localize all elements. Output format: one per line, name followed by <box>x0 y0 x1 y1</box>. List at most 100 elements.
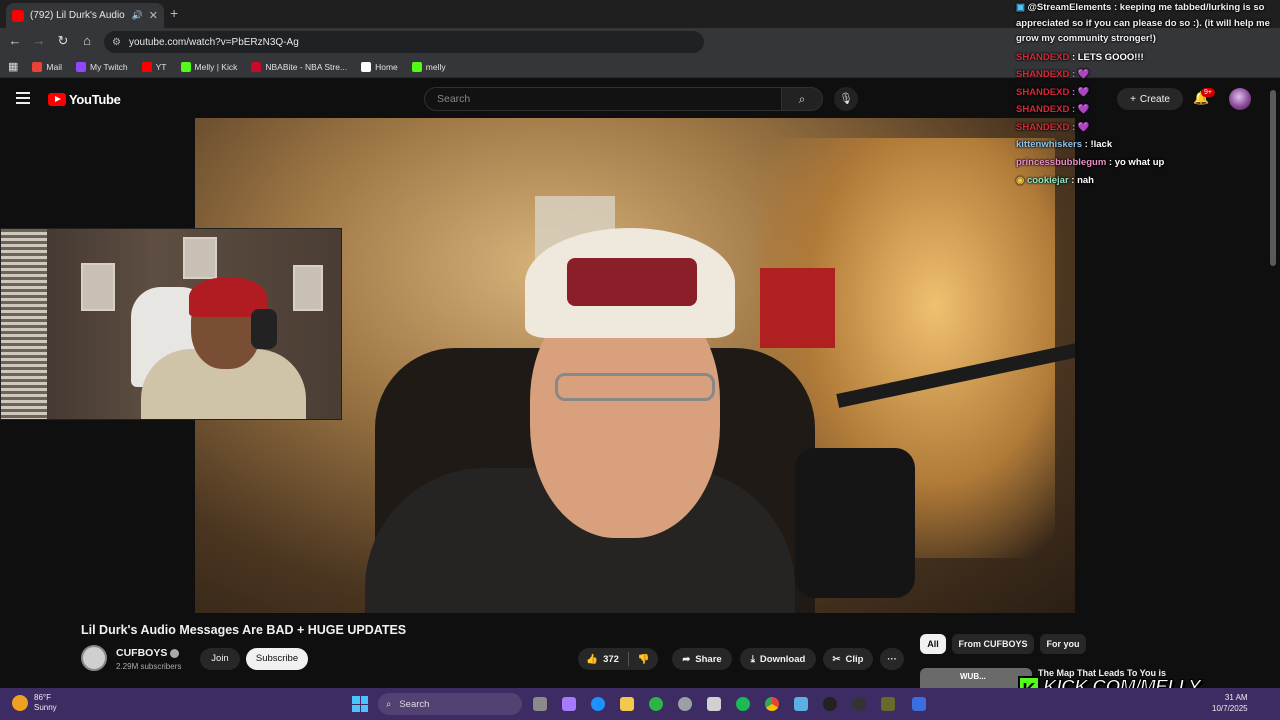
chat-username: princessbubblegum <box>1016 157 1107 169</box>
twitch-icon <box>76 61 86 72</box>
settings-gear-icon[interactable] <box>678 697 692 711</box>
apps-grid-icon[interactable]: ▦ <box>8 60 18 73</box>
chat-username: SHANDEXD <box>1016 104 1070 116</box>
clip-button[interactable]: ✂ Clip <box>823 648 873 670</box>
streamer-facecam <box>0 228 342 420</box>
file-explorer-icon[interactable] <box>620 697 634 711</box>
bookmark-item[interactable]: My Twitch <box>76 61 128 72</box>
dislike-icon[interactable]: 👎 <box>638 654 650 665</box>
chat-message: kittenwhiskers : !lack <box>1016 136 1280 154</box>
join-button[interactable]: Join <box>200 648 240 670</box>
chat-message-text: : 💜 <box>1071 69 1090 81</box>
video-cap-logo <box>567 258 697 306</box>
chat-message-text: : LETS GOOO!!! <box>1071 51 1144 63</box>
bookmark-item[interactable]: melly <box>411 61 446 72</box>
spotify-icon[interactable] <box>736 697 750 711</box>
edge-icon[interactable] <box>591 697 605 711</box>
bookmark-label: YT <box>155 61 167 72</box>
more-actions-button[interactable]: ··· <box>880 648 904 670</box>
download-button[interactable]: ⤓ Download <box>740 648 816 670</box>
youtube-logo-text: YouTube <box>69 92 121 107</box>
weather-widget[interactable]: 86°F Sunny <box>12 693 57 713</box>
copilot-icon[interactable] <box>562 697 576 711</box>
chat-message-text: : 💜 <box>1071 121 1090 133</box>
bookmark-item[interactable]: YT <box>141 61 167 72</box>
chip-for-you[interactable]: For you <box>1040 634 1086 654</box>
search-icon[interactable]: ⌕ <box>781 87 823 111</box>
task-view-icon[interactable] <box>533 697 547 711</box>
download-label: Download <box>759 653 806 665</box>
download-icon: ⤓ <box>750 653 755 665</box>
share-button[interactable]: ➦ Share <box>672 648 732 670</box>
facecam-blinds <box>1 229 47 419</box>
chat-bot-badge-icon: ▣ <box>1016 2 1025 13</box>
search-input[interactable]: Search <box>424 87 782 111</box>
recommended-video-thumbnail[interactable]: WUB... <box>920 668 1032 688</box>
media-player-icon[interactable] <box>823 697 837 711</box>
taskbar-search[interactable]: ⌕ Search <box>378 693 522 715</box>
speaker-icon[interactable]: 🔊 <box>132 10 143 21</box>
kick-icon <box>180 61 191 72</box>
chat-message-text: : nah <box>1071 174 1094 186</box>
video-title: Lil Durk's Audio Messages Are BAD + HUGE… <box>81 623 407 637</box>
url-text: youtube.com/watch?v=PbERzN3Q-Ag <box>128 36 299 48</box>
chrome-icon[interactable] <box>765 697 779 711</box>
app-icon[interactable] <box>881 697 895 711</box>
chat-username: SHANDEXD <box>1016 86 1070 98</box>
bookmark-label: NBABite - NBA Stre... <box>265 61 348 72</box>
youtube-favicon-icon <box>12 9 24 22</box>
video-microphone <box>795 448 915 598</box>
channel-avatar[interactable] <box>81 645 107 671</box>
tab-title: (792) Lil Durk's Audio Messages Are BAD <box>30 10 126 21</box>
share-label: Share <box>695 653 722 665</box>
site-info-icon[interactable]: ⚙ <box>112 37 121 48</box>
bookmark-item[interactable]: Home <box>361 61 398 72</box>
new-tab-button[interactable]: + <box>170 5 178 21</box>
chat-message-text: : 💜 <box>1071 86 1090 98</box>
app-icon[interactable] <box>852 697 866 711</box>
chip-from-channel[interactable]: From CUFBOYS <box>952 634 1034 654</box>
taskbar-search-label: Search <box>399 698 430 710</box>
like-icon[interactable]: 👍 <box>586 654 598 665</box>
reload-icon[interactable]: ↻ <box>54 33 72 49</box>
bookmark-item[interactable]: NBABite - NBA Stre... <box>251 61 348 72</box>
system-clock[interactable]: 31 AM 10/7/2025 <box>1212 692 1248 714</box>
chat-badge-icon: ◉ <box>1016 174 1025 186</box>
subscriber-count: 2.29M subscribers <box>116 662 182 671</box>
bookmark-item[interactable]: Melly | Kick <box>180 61 237 72</box>
forward-icon[interactable]: → <box>30 33 48 48</box>
home-icon[interactable]: ⌂ <box>78 33 96 48</box>
sun-icon <box>12 695 28 711</box>
menu-icon[interactable] <box>16 92 30 104</box>
clock-date: 10/7/2025 <box>1212 704 1248 713</box>
weather-condition: Sunny <box>34 703 57 712</box>
like-count[interactable]: 372 <box>603 654 619 665</box>
facecam-wall-frame <box>183 237 217 279</box>
address-bar[interactable]: ⚙ youtube.com/watch?v=PbERzN3Q-Ag <box>104 31 704 53</box>
channel-name[interactable]: CUFBOYS <box>116 647 180 659</box>
youtube-icon <box>141 61 152 72</box>
photos-icon[interactable] <box>794 697 808 711</box>
scissors-icon: ✂ <box>832 653 841 665</box>
clock-time: 31 AM <box>1224 693 1248 702</box>
chat-username: kittenwhiskers <box>1016 139 1082 151</box>
windows-start-icon[interactable] <box>352 696 368 712</box>
facecam-wall-frame <box>293 265 323 311</box>
subscribe-button[interactable]: Subscribe <box>246 648 308 670</box>
youtube-logo[interactable]: YouTube <box>48 92 121 107</box>
facecam-headphones <box>251 309 277 349</box>
tab-close-icon[interactable]: ✕ <box>149 9 158 22</box>
browser-tab-youtube[interactable]: (792) Lil Durk's Audio Messages Are BAD … <box>6 3 164 28</box>
chat-message-text: : 💜 <box>1071 104 1090 116</box>
back-icon[interactable]: ← <box>6 33 24 48</box>
bookmark-item[interactable]: Mail <box>32 61 62 72</box>
chip-all[interactable]: All <box>920 634 946 654</box>
xbox-icon[interactable] <box>649 697 663 711</box>
app-icon[interactable] <box>912 697 926 711</box>
store-icon[interactable] <box>707 697 721 711</box>
chat-message-text: : yo what up <box>1108 157 1165 169</box>
microphone-icon[interactable]: 🎙 <box>834 87 858 111</box>
video-red-pennant <box>760 268 835 348</box>
windows-taskbar: 86°F Sunny ⌕ Search <box>0 688 1280 720</box>
bookmark-label: Mail <box>46 61 62 72</box>
